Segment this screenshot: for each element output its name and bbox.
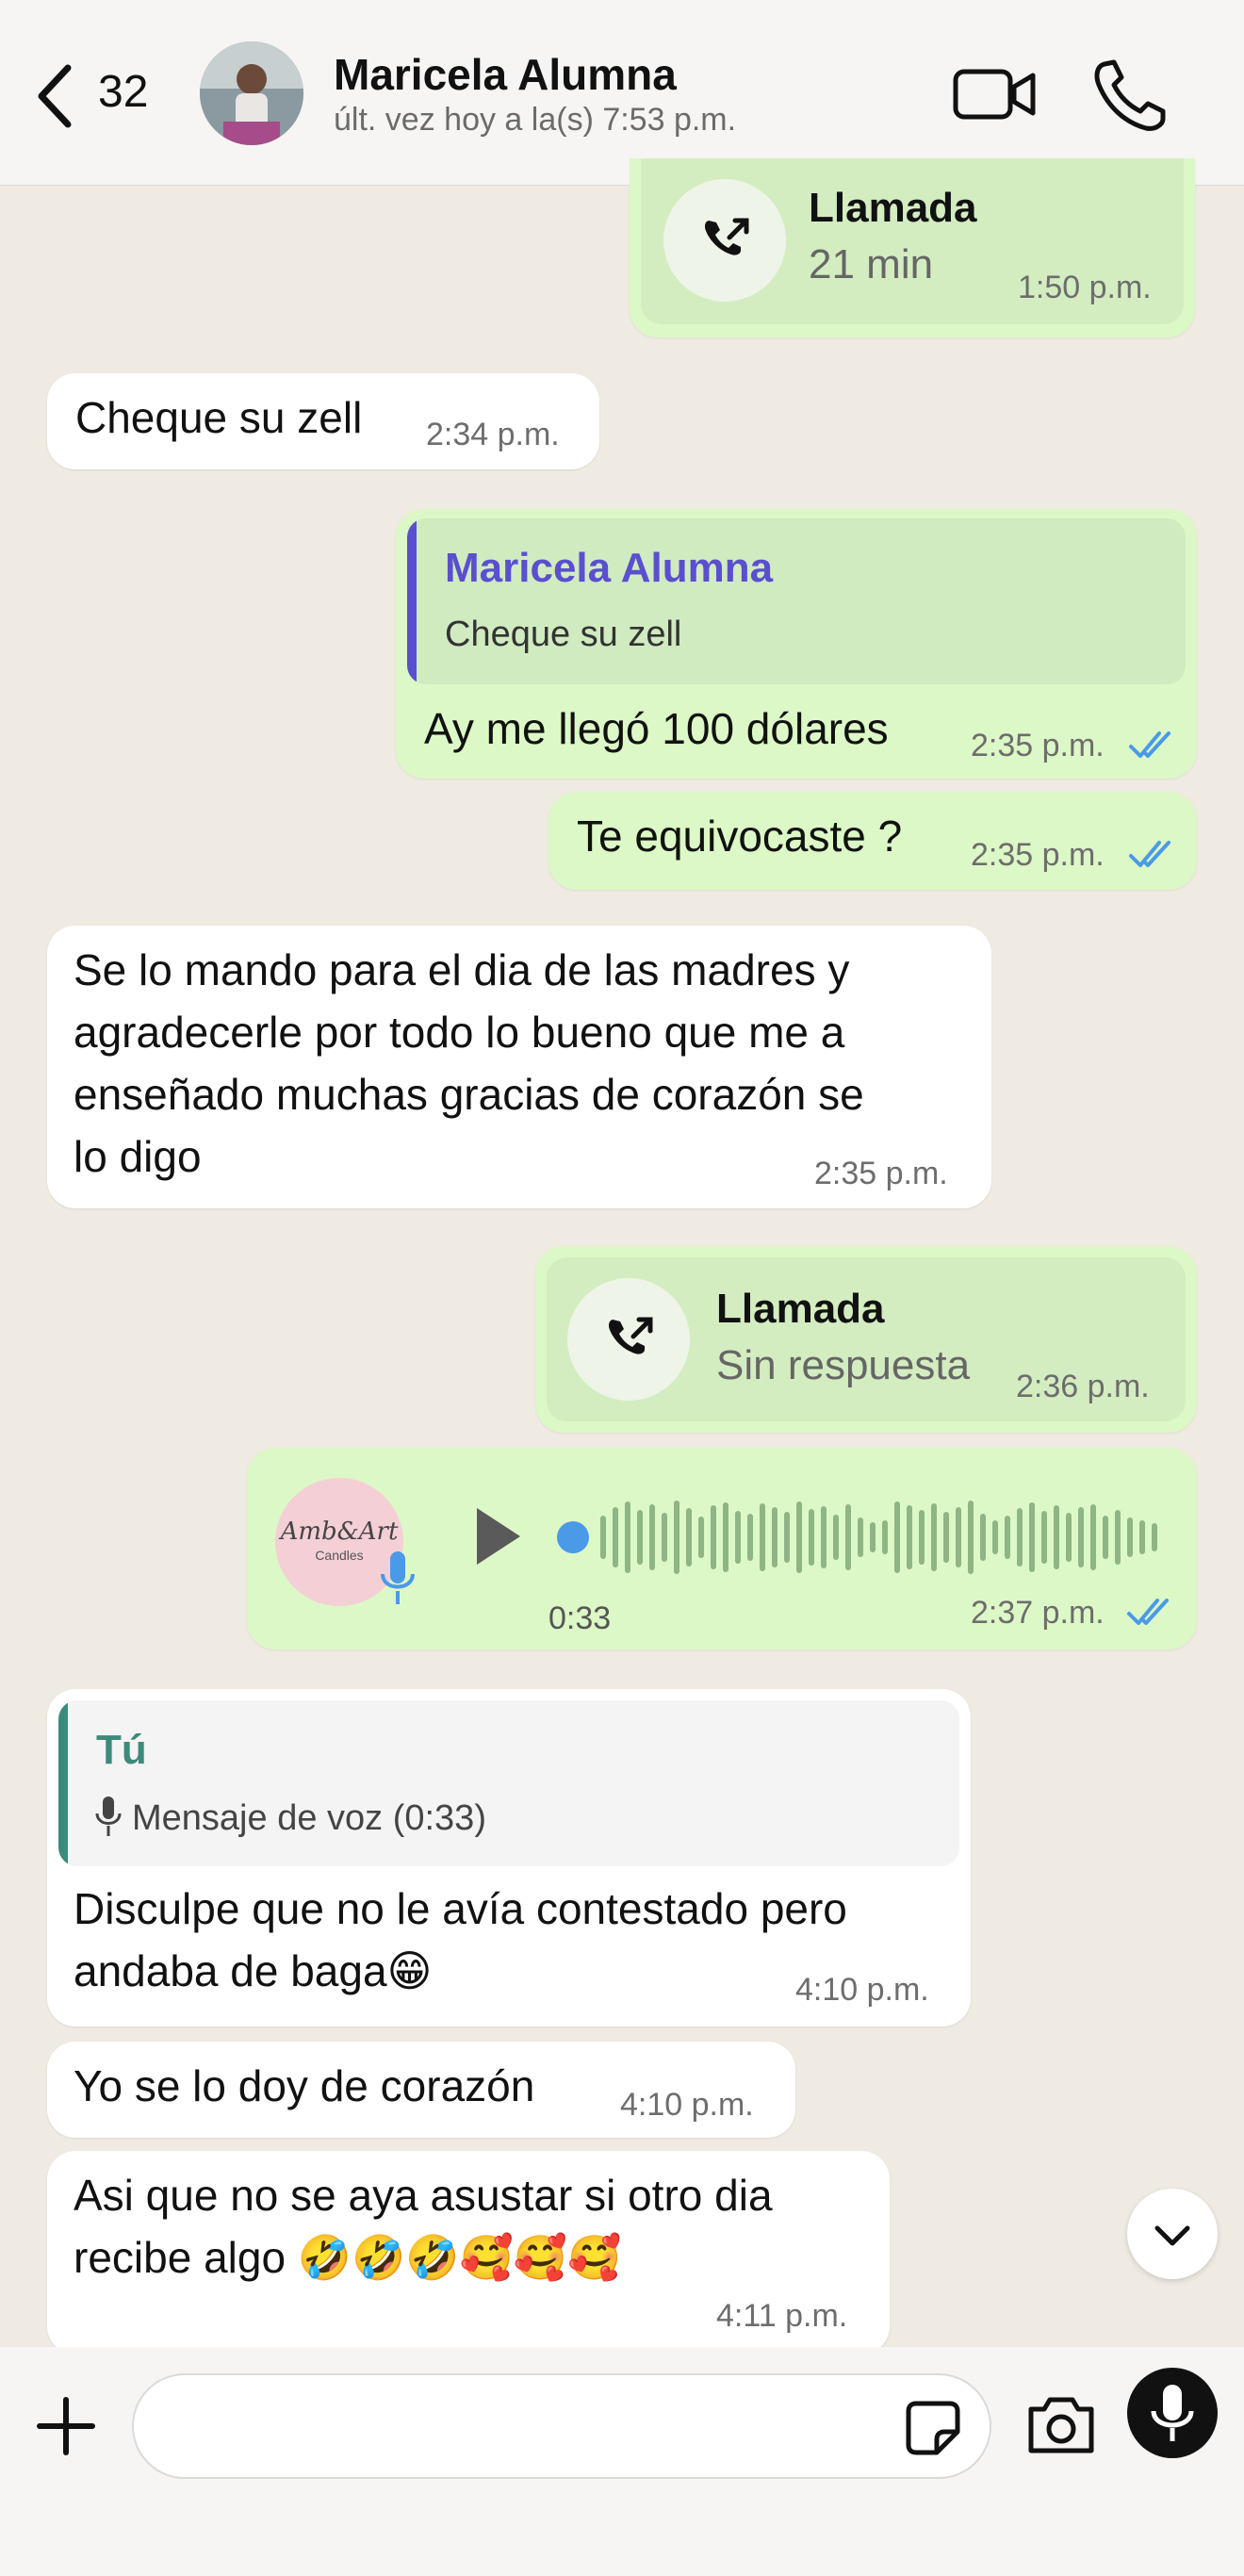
message-input[interactable] [132,2373,991,2479]
message-time: 1:50 p.m. [1018,270,1152,305]
message-incoming[interactable]: Asi que no se aya asustar si otro dia re… [47,2151,890,2354]
quoted-message[interactable]: Tú Mensaje de voz (0:33) [58,1700,959,1866]
message-outgoing[interactable]: Te equivocaste ? 2:35 p.m. [548,792,1197,890]
message-text: Yo se lo doy de corazón [74,2061,535,2110]
call-title: Llamada [716,1286,885,1332]
message-incoming[interactable]: Se lo mando para el dia de las madres y … [47,926,991,1208]
message-time: 2:35 p.m. [971,728,1105,763]
call-duration: 21 min [809,241,934,287]
mic-icon [95,1797,122,1836]
message-incoming[interactable]: Yo se lo doy de corazón 4:10 p.m. [47,2042,795,2138]
message-time: 2:37 p.m. [971,1595,1105,1631]
message-line: enseñado muchas gracias de corazón se [74,1070,864,1119]
message-time: 4:10 p.m. [620,2087,754,2123]
message-time: 4:11 p.m. [716,2298,848,2334]
message-reply-outgoing[interactable]: Maricela Alumna Cheque su zell Ay me lle… [396,509,1197,779]
quote-bar [58,1700,68,1866]
message-line: andaba de baga😁 [74,1946,433,1995]
video-call-button[interactable] [948,51,1042,136]
quote-author: Tú [96,1727,147,1773]
chevron-left-icon [38,64,72,128]
video-icon [953,69,1036,120]
message-time: 4:10 p.m. [795,1972,929,2008]
quote-text: Cheque su zell [445,615,682,654]
back-button[interactable] [28,58,85,134]
message-time: 2:35 p.m. [814,1156,948,1191]
phone-icon [1094,59,1166,131]
mic-icon [1151,2385,1194,2441]
message-text: Cheque su zell [75,393,363,442]
input-bar [0,2347,1244,2576]
message-voice-outgoing[interactable]: Amb&Art Candles 0:33 2:37 p.m. [247,1448,1197,1649]
message-reply-incoming[interactable]: Tú Mensaje de voz (0:33) Disculpe que no… [47,1689,971,2026]
quoted-message[interactable]: Maricela Alumna Cheque su zell [407,518,1186,684]
voice-call-button[interactable] [1084,51,1178,136]
message-line: Asi que no se aya asustar si otro dia [74,2171,773,2220]
quote-author: Maricela Alumna [445,545,774,591]
play-icon[interactable] [464,1499,530,1574]
quote-bar [407,518,417,684]
unread-count[interactable]: 32 [98,66,148,118]
message-line: Disculpe que no le avía contestado pero [74,1884,847,1933]
avatar[interactable] [200,41,303,145]
message-line: Se lo mando para el dia de las madres y [74,945,850,994]
camera-icon[interactable] [1025,2388,1097,2464]
read-ticks-icon [1127,1599,1169,1625]
outgoing-call-icon [663,179,786,302]
voice-waveform[interactable] [548,1476,1180,1599]
voice-duration: 0:33 [548,1600,612,1636]
read-ticks-icon [1129,841,1170,867]
message-line: lo digo [74,1132,202,1181]
call-title: Llamada [809,185,977,231]
sticker-icon[interactable] [903,2398,963,2458]
plus-icon[interactable] [36,2387,96,2466]
message-call-outgoing[interactable]: Llamada Sin respuesta 2:36 p.m. [535,1246,1197,1433]
message-call-outgoing[interactable]: Llamada 21 min 1:50 p.m. [630,158,1195,337]
mic-icon [381,1551,415,1604]
chevron-down-icon [1154,2225,1190,2246]
message-line: agradecerle por todo lo bueno que me a [74,1008,845,1057]
read-ticks-icon [1129,731,1170,758]
message-time: 2:35 p.m. [971,837,1105,873]
scroll-to-bottom-button[interactable] [1127,2189,1218,2279]
quote-text: Mensaje de voz (0:33) [132,1798,486,1838]
message-time: 2:36 p.m. [1016,1369,1150,1404]
message-line: recibe algo 🤣🤣🤣🥰🥰🥰 [74,2233,622,2282]
voice-record-button[interactable] [1127,2368,1218,2458]
message-time: 2:34 p.m. [426,417,560,452]
message-incoming[interactable]: Cheque su zell 2:34 p.m. [47,373,599,469]
outgoing-call-icon [567,1278,690,1401]
call-status: Sin respuesta [716,1342,971,1388]
contact-name[interactable]: Maricela Alumna [334,49,677,100]
avatar-logo-text: Amb&Art [280,1518,399,1546]
message-text: Te equivocaste ? [577,812,903,861]
message-text: Ay me llegó 100 dólares [424,704,889,753]
last-seen-status: últ. vez hoy a la(s) 7:53 p.m. [334,102,737,138]
